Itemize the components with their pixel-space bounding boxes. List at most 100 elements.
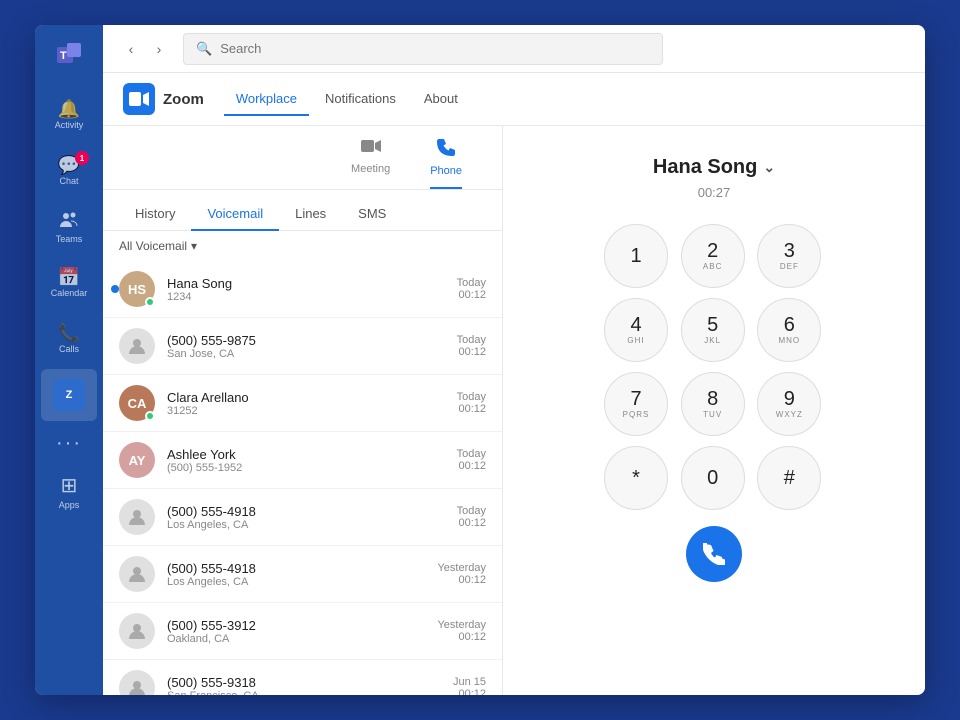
- item-time-col: Today 00:12: [457, 277, 486, 301]
- tab-meeting-label: Meeting: [351, 163, 390, 175]
- avatar-placeholder: [119, 499, 155, 535]
- sub-tabs: History Voicemail Lines SMS: [103, 190, 502, 231]
- dial-key-6[interactable]: 6 MNO: [757, 298, 821, 362]
- item-time: Yesterday: [437, 619, 486, 631]
- voicemail-item[interactable]: CA Clara Arellano 31252 Today 00:12: [103, 375, 502, 432]
- voicemail-item[interactable]: AY Ashlee York (500) 555-1952 Today 00:1…: [103, 432, 502, 489]
- item-time: Yesterday: [437, 562, 486, 574]
- subtab-history[interactable]: History: [119, 198, 191, 231]
- item-sub: 1234: [167, 291, 445, 303]
- search-icon: 🔍: [196, 41, 212, 57]
- nav-item-about[interactable]: About: [412, 83, 470, 116]
- dial-key-1[interactable]: 1: [604, 224, 668, 288]
- sidebar-item-chat[interactable]: 💬 Chat 1: [41, 145, 97, 197]
- dial-key-2[interactable]: 2 ABC: [681, 224, 745, 288]
- call-btn-wrap: [686, 526, 742, 582]
- zoom-brand-name: Zoom: [163, 91, 204, 108]
- item-time: Today: [457, 277, 486, 289]
- voicemail-item[interactable]: (500) 555-4918 Los Angeles, CA Today 00:…: [103, 489, 502, 546]
- dial-key-8[interactable]: 8 TUV: [681, 372, 745, 436]
- avatar: HS: [119, 271, 155, 307]
- item-name: (500) 555-9875: [167, 333, 445, 348]
- item-info: Ashlee York (500) 555-1952: [167, 447, 445, 474]
- activity-icon: 🔔: [58, 100, 80, 118]
- avatar: [119, 328, 155, 364]
- item-info: (500) 555-4918 Los Angeles, CA: [167, 561, 425, 588]
- voicemail-item[interactable]: (500) 555-3912 Oakland, CA Yesterday 00:…: [103, 603, 502, 660]
- search-box[interactable]: 🔍: [183, 33, 663, 65]
- filter-label: All Voicemail: [119, 239, 187, 253]
- avatar: AY: [119, 442, 155, 478]
- item-time-col: Jun 15 00:12: [453, 676, 486, 695]
- filter-dropdown[interactable]: All Voicemail ▾: [119, 239, 197, 253]
- forward-button[interactable]: ›: [147, 37, 171, 61]
- body-area: Meeting Phone History Voicemail: [103, 126, 925, 695]
- sidebar-item-zoom[interactable]: Z: [41, 369, 97, 421]
- sidebar-item-teams[interactable]: Teams: [41, 201, 97, 253]
- dial-key-#[interactable]: #: [757, 446, 821, 510]
- item-sub: Los Angeles, CA: [167, 519, 445, 531]
- item-time: Today: [457, 505, 486, 517]
- subtab-lines[interactable]: Lines: [279, 198, 342, 231]
- item-sub: San Jose, CA: [167, 348, 445, 360]
- item-info: (500) 555-9318 San Francisco, CA: [167, 675, 441, 696]
- voicemail-item[interactable]: (500) 555-4918 Los Angeles, CA Yesterday…: [103, 546, 502, 603]
- nav-item-notifications[interactable]: Notifications: [313, 83, 408, 116]
- dial-key-4[interactable]: 4 GHI: [604, 298, 668, 362]
- sidebar-item-apps[interactable]: ⊞ Apps: [41, 465, 97, 517]
- search-input[interactable]: [220, 41, 650, 56]
- voicemail-item[interactable]: HS Hana Song 1234 Today 00:12: [103, 261, 502, 318]
- dial-key-9[interactable]: 9 WXYZ: [757, 372, 821, 436]
- teams-icon: [59, 211, 79, 232]
- nav-item-workplace[interactable]: Workplace: [224, 83, 309, 116]
- dial-key-0[interactable]: 0: [681, 446, 745, 510]
- voicemail-item[interactable]: (500) 555-9875 San Jose, CA Today 00:12: [103, 318, 502, 375]
- avatar: [119, 556, 155, 592]
- dial-main: 4: [630, 315, 641, 335]
- dial-sub: GHI: [627, 337, 644, 345]
- item-duration: 00:12: [457, 460, 486, 472]
- dial-main: 5: [707, 315, 718, 335]
- dial-main: #: [784, 468, 795, 488]
- dial-key-3[interactable]: 3 DEF: [757, 224, 821, 288]
- dial-sub: MNO: [778, 337, 800, 345]
- dial-key-*[interactable]: *: [604, 446, 668, 510]
- voicemail-item[interactable]: (500) 555-9318 San Francisco, CA Jun 15 …: [103, 660, 502, 695]
- back-button[interactable]: ‹: [119, 37, 143, 61]
- item-info: (500) 555-4918 Los Angeles, CA: [167, 504, 445, 531]
- avatar-placeholder: [119, 328, 155, 364]
- item-name: Ashlee York: [167, 447, 445, 462]
- dial-key-5[interactable]: 5 JKL: [681, 298, 745, 362]
- item-duration: 00:12: [437, 631, 486, 643]
- dial-sub: JKL: [704, 337, 721, 345]
- dial-sub: WXYZ: [776, 411, 803, 419]
- item-duration: 00:12: [437, 574, 486, 586]
- more-icon: ···: [56, 432, 82, 455]
- app-nav: Workplace Notifications About: [224, 83, 470, 115]
- item-time-col: Yesterday 00:12: [437, 562, 486, 586]
- calls-icon: 📞: [58, 324, 80, 342]
- tab-phone[interactable]: Phone: [430, 138, 462, 189]
- app-header-top: Zoom Workplace Notifications About: [123, 73, 905, 125]
- main-content: ‹ › 🔍 Zoom: [103, 25, 925, 695]
- meeting-icon: [361, 138, 381, 159]
- online-dot: [145, 411, 155, 421]
- top-bar: ‹ › 🔍: [103, 25, 925, 73]
- tab-meeting[interactable]: Meeting: [351, 138, 390, 189]
- dial-sub: ABC: [703, 263, 722, 271]
- subtab-voicemail[interactable]: Voicemail: [191, 198, 279, 231]
- sidebar-item-calendar[interactable]: 📅 Calendar: [41, 257, 97, 309]
- call-button[interactable]: [686, 526, 742, 582]
- item-name: (500) 555-4918: [167, 504, 445, 519]
- subtab-sms[interactable]: SMS: [342, 198, 402, 231]
- dial-sub: DEF: [780, 263, 799, 271]
- right-panel: Hana Song ⌄ 00:27 1 2 ABC 3 DEF 4 GHI 5 …: [503, 126, 925, 695]
- sidebar-item-activity[interactable]: 🔔 Activity: [41, 89, 97, 141]
- dial-key-7[interactable]: 7 PQRS: [604, 372, 668, 436]
- avatar: [119, 613, 155, 649]
- item-name: (500) 555-9318: [167, 675, 441, 690]
- item-name: Clara Arellano: [167, 390, 445, 405]
- svg-text:T: T: [60, 50, 67, 62]
- sidebar-item-calls[interactable]: 📞 Calls: [41, 313, 97, 365]
- sidebar-more-button[interactable]: ···: [41, 425, 97, 461]
